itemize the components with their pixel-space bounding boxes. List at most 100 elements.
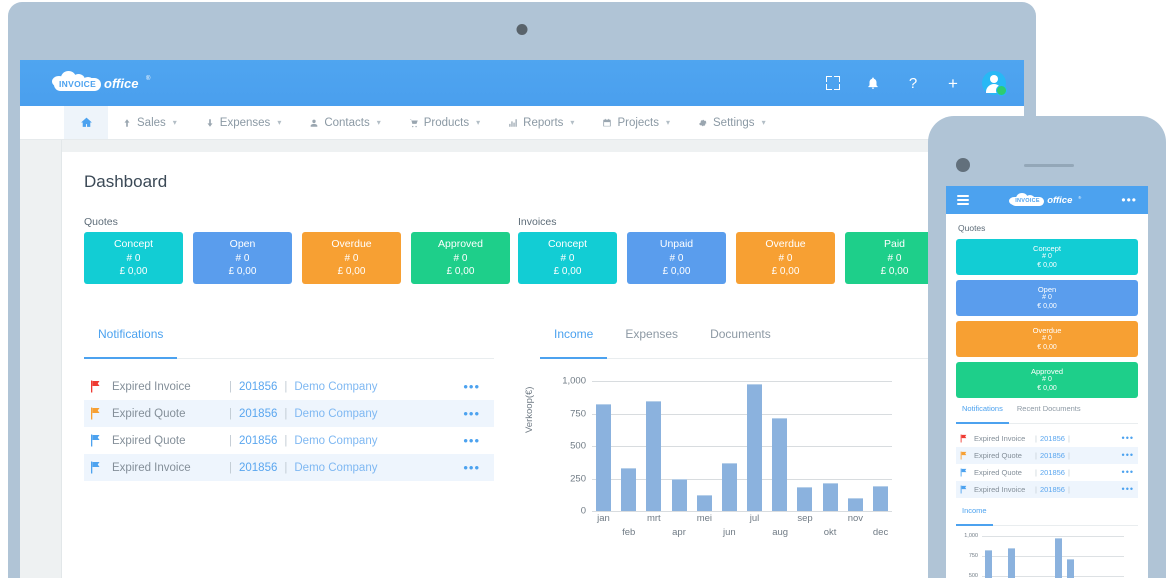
phone-chart-bar-jul[interactable]: [1055, 538, 1063, 578]
chart-bar-mei[interactable]: [696, 495, 712, 511]
quote-card-approved[interactable]: Approved # 0 £ 0,00: [411, 232, 510, 284]
notification-number[interactable]: 201856: [239, 435, 277, 447]
row-menu-icon[interactable]: •••: [463, 461, 480, 474]
row-menu-icon[interactable]: •••: [1122, 434, 1134, 443]
invoice-office-logo[interactable]: INVOICE office ®: [1007, 191, 1083, 209]
fullscreen-icon[interactable]: [824, 74, 842, 92]
row-menu-icon[interactable]: •••: [1122, 468, 1134, 477]
stat-card-count: # 0: [235, 252, 250, 264]
notification-row[interactable]: Expired Invoice | 201856 | Demo Company •••: [84, 373, 494, 400]
stat-card-amount: £ 0,00: [228, 265, 257, 277]
invoice-card-overdue[interactable]: Overdue # 0 £ 0,00: [736, 232, 835, 284]
notification-company[interactable]: Demo Company: [294, 381, 377, 393]
row-menu-icon[interactable]: •••: [463, 380, 480, 393]
nav-item-sales[interactable]: Sales ▾: [108, 106, 191, 139]
chart-bar-jun[interactable]: [721, 462, 737, 511]
stat-card-count: # 0: [778, 252, 793, 264]
invoice-card-concept[interactable]: Concept # 0 £ 0,00: [518, 232, 617, 284]
phone-chart-bar-mrt[interactable]: [1008, 548, 1016, 578]
notification-row[interactable]: Expired Quote | 201856 | •••: [956, 447, 1138, 464]
tab-notifications[interactable]: Notifications: [956, 404, 1009, 424]
notification-row[interactable]: Expired Invoice | 201856 | •••: [956, 430, 1138, 447]
notification-number[interactable]: 201856: [1040, 485, 1065, 494]
hamburger-icon[interactable]: [957, 193, 969, 207]
phone-quote-card-concept[interactable]: Concept # 0 € 0,00: [956, 239, 1138, 275]
chart-y-tick: 500: [570, 440, 586, 452]
phone-quote-card-approved[interactable]: Approved # 0 € 0,00: [956, 362, 1138, 398]
sidebar-item-home[interactable]: [64, 106, 108, 139]
chart-bar-jul[interactable]: [747, 384, 763, 511]
quote-card-open[interactable]: Open # 0 £ 0,00: [193, 232, 292, 284]
chart-bar-okt[interactable]: [822, 483, 838, 511]
notification-number[interactable]: 201856: [239, 381, 277, 393]
notification-row[interactable]: Expired Quote | 201856 | Demo Company •••: [84, 427, 494, 454]
avatar[interactable]: [982, 71, 1007, 96]
nav-item-contacts[interactable]: Contacts ▾: [295, 106, 394, 139]
help-icon[interactable]: ?: [904, 74, 922, 92]
overflow-menu-icon[interactable]: •••: [1121, 194, 1137, 206]
nav-item-label: Reports: [523, 116, 564, 129]
nav-item-label: Sales: [137, 116, 166, 129]
chart-bar-dec[interactable]: [872, 486, 888, 511]
phone-income-bar-chart: 1,000 750 500: [956, 533, 1138, 578]
chart-bar-sep[interactable]: [797, 486, 813, 511]
notification-company[interactable]: Demo Company: [294, 435, 377, 447]
nav-item-reports[interactable]: Reports ▾: [494, 106, 588, 139]
notification-number[interactable]: 201856: [1040, 451, 1065, 460]
phone-app-header: INVOICE office ® •••: [946, 186, 1148, 214]
notification-row[interactable]: Expired Quote | 201856 | Demo Company •••: [84, 400, 494, 427]
flag-icon: [960, 434, 974, 443]
notification-company[interactable]: Demo Company: [294, 462, 377, 474]
chart-bar-feb[interactable]: [621, 468, 637, 511]
tab-recent-documents[interactable]: Recent Documents: [1011, 404, 1087, 423]
chevron-down-icon: ▾: [476, 118, 481, 127]
notification-row[interactable]: Expired Invoice | 201856 | Demo Company •••: [84, 454, 494, 481]
notification-row[interactable]: Expired Invoice | 201856 | •••: [956, 481, 1138, 498]
notification-number[interactable]: 201856: [239, 462, 277, 474]
chart-bar-aug[interactable]: [772, 418, 788, 511]
notification-number[interactable]: 201856: [1040, 434, 1065, 443]
row-menu-icon[interactable]: •••: [463, 434, 480, 447]
stat-card-title: Open: [229, 237, 256, 250]
notification-number[interactable]: 201856: [1040, 468, 1065, 477]
invoice-office-logo[interactable]: INVOICE office ®: [50, 69, 150, 97]
notification-company[interactable]: Demo Company: [294, 408, 377, 420]
chevron-down-icon: ▾: [376, 118, 381, 127]
main-navigation: Sales ▾ Expenses ▾ Contacts ▾ Products ▾…: [20, 106, 1024, 140]
stat-card-amount: £ 0,00: [337, 265, 366, 277]
invoice-card-unpaid[interactable]: Unpaid # 0 £ 0,00: [627, 232, 726, 284]
nav-item-expenses[interactable]: Expenses ▾: [191, 106, 296, 139]
chart-bar-jan[interactable]: [596, 403, 611, 511]
flag-icon: [960, 451, 974, 460]
chart-y-tick: 250: [570, 473, 586, 484]
chart-x-tick: aug: [772, 527, 789, 538]
row-menu-icon[interactable]: •••: [1122, 451, 1134, 460]
tab-income[interactable]: Income: [956, 506, 993, 526]
tab-income[interactable]: Income: [540, 327, 608, 359]
quote-card-overdue[interactable]: Overdue # 0 £ 0,00: [302, 232, 401, 284]
chart-bar-mrt[interactable]: [646, 400, 662, 511]
phone-quote-card-overdue[interactable]: Overdue # 0 € 0,00: [956, 321, 1138, 357]
nav-item-settings[interactable]: Settings ▾: [684, 106, 780, 139]
chevron-down-icon: ▾: [277, 118, 282, 127]
phone-notifications-list: Expired Invoice | 201856 | ••• Expired Quote |…: [956, 430, 1138, 498]
phone-chart-bar-aug[interactable]: [1067, 558, 1075, 578]
phone-quote-card-open[interactable]: Open # 0 € 0,00: [956, 280, 1138, 316]
nav-item-products[interactable]: Products ▾: [395, 106, 494, 139]
phone-chart-bar-jan[interactable]: [985, 550, 992, 578]
quote-card-concept[interactable]: Concept # 0 £ 0,00: [84, 232, 183, 284]
notification-row[interactable]: Expired Quote | 201856 | •••: [956, 464, 1138, 481]
notifications-bell-icon[interactable]: [864, 74, 882, 92]
nav-item-projects[interactable]: Projects ▾: [588, 106, 684, 139]
add-icon[interactable]: +: [944, 74, 962, 92]
row-menu-icon[interactable]: •••: [1122, 485, 1134, 494]
chart-bar-nov[interactable]: [847, 498, 863, 511]
row-menu-icon[interactable]: •••: [463, 407, 480, 420]
notification-number[interactable]: 201856: [239, 408, 277, 420]
tab-expenses[interactable]: Expenses: [611, 327, 692, 358]
quotes-section-label: Quotes: [84, 216, 118, 228]
tab-documents[interactable]: Documents: [696, 327, 785, 358]
tab-notifications[interactable]: Notifications: [84, 327, 178, 359]
phone-camera-icon: [956, 158, 970, 172]
chart-bar-apr[interactable]: [671, 479, 687, 511]
